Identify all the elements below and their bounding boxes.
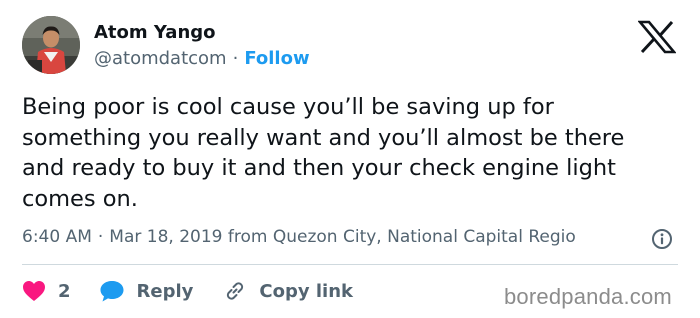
info-icon[interactable]	[651, 228, 673, 250]
action-bar: 2 Reply Copy link	[22, 277, 353, 305]
reply-button[interactable]: Reply	[99, 279, 224, 303]
x-logo-icon[interactable]	[637, 20, 677, 54]
tweet-date[interactable]: Mar 18, 2019	[109, 227, 222, 247]
tweet-text: Being poor is cool cause you’ll be savin…	[22, 94, 625, 212]
watermark: boredpanda.com	[504, 284, 672, 309]
like-button[interactable]: 2	[22, 280, 99, 302]
divider	[22, 264, 678, 265]
author-name[interactable]: Atom Yango	[94, 22, 216, 43]
tweet-card: Atom Yango @atomdatcom · Follow Being poor…	[0, 0, 700, 318]
link-icon	[223, 279, 247, 303]
author-handle-row: @atomdatcom · Follow	[94, 48, 310, 69]
heart-icon	[22, 280, 46, 302]
like-count: 2	[58, 280, 71, 302]
avatar-photo	[22, 16, 80, 74]
follow-button[interactable]: Follow	[244, 48, 309, 69]
reply-bubble-icon	[99, 279, 125, 303]
avatar[interactable]	[22, 16, 80, 74]
reply-label: Reply	[136, 280, 194, 302]
tweet-meta: 6:40 AM · Mar 18, 2019 from Quezon City, N…	[22, 227, 647, 247]
tweet-time[interactable]: 6:40 AM	[22, 227, 92, 247]
tweet-location: from Quezon City, National Capital Regio	[227, 227, 576, 247]
meta-separator: ·	[97, 227, 104, 247]
copy-link-button[interactable]: Copy link	[223, 279, 353, 303]
handle-separator: ·	[232, 48, 239, 69]
copy-link-label: Copy link	[259, 280, 353, 302]
author-handle[interactable]: @atomdatcom	[94, 48, 227, 69]
